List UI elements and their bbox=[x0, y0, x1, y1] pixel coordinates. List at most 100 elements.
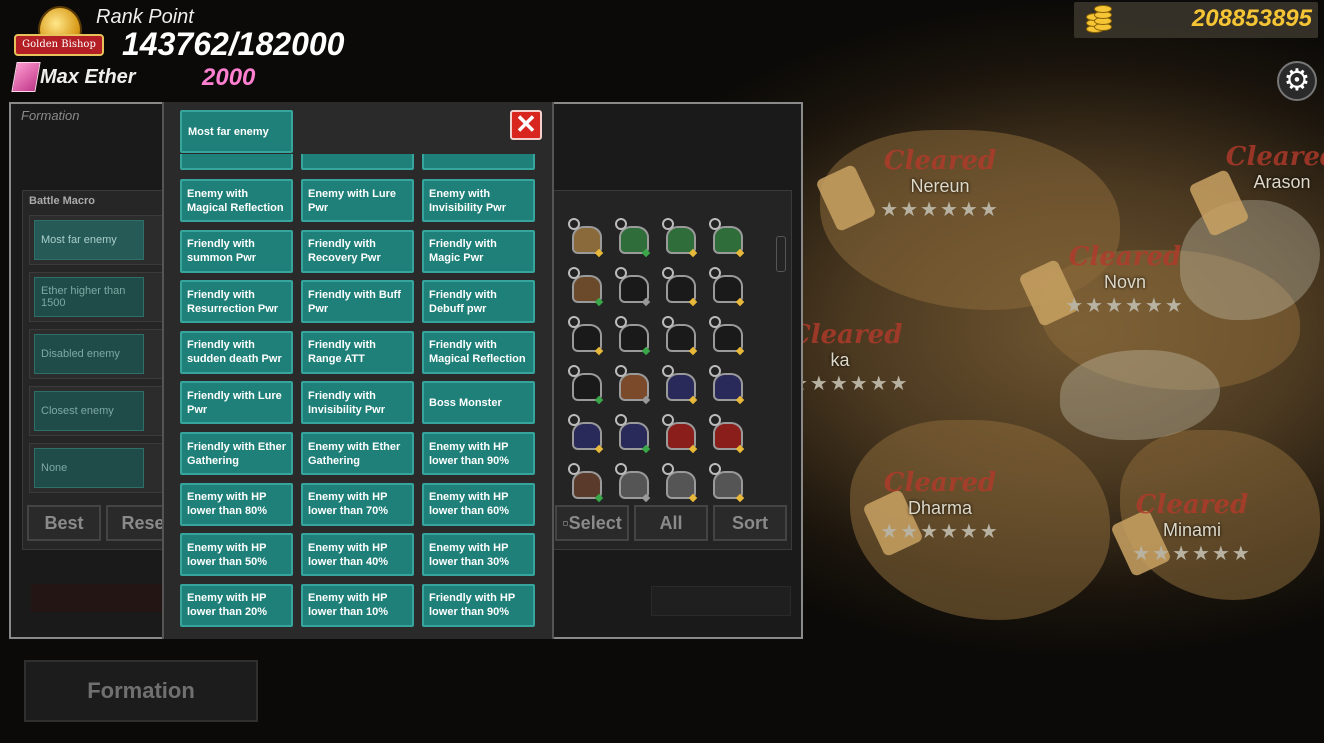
inventory-item-slot[interactable] bbox=[566, 414, 608, 456]
target-option-button[interactable] bbox=[422, 154, 535, 170]
lock-icon bbox=[615, 414, 627, 426]
target-option-button[interactable]: Friendly with Recovery Pwr bbox=[301, 229, 414, 273]
target-option-button[interactable]: Enemy with Lure Pwr bbox=[301, 179, 414, 222]
target-option-button[interactable]: Enemy with HP lower than 60% bbox=[422, 482, 535, 526]
max-ether-value: 2000 bbox=[202, 64, 256, 91]
target-option-button[interactable]: Friendly with Lure Pwr bbox=[180, 381, 293, 425]
gem-grade-icon bbox=[594, 248, 604, 258]
target-select-popup: Most far enemy ✕ Enemy with Magical Refl… bbox=[162, 102, 554, 639]
inventory-item-slot[interactable] bbox=[660, 365, 702, 407]
gem-grade-icon bbox=[688, 297, 698, 307]
inventory-item-slot[interactable] bbox=[566, 365, 608, 407]
inventory-item-slot[interactable] bbox=[707, 267, 749, 309]
inventory-item-slot[interactable] bbox=[707, 218, 749, 260]
map-region-novn[interactable]: Cleared Novn ★★★★★★ bbox=[1045, 242, 1205, 318]
target-option-button[interactable]: Enemy with HP lower than 50% bbox=[180, 533, 293, 577]
gem-grade-icon bbox=[641, 395, 651, 405]
gear-icon[interactable]: ⚙ bbox=[1277, 61, 1317, 101]
cleared-label: Cleared bbox=[1225, 142, 1324, 172]
target-option-button[interactable]: Boss Monster bbox=[422, 381, 535, 425]
map-region-nereun[interactable]: Cleared Nereun ★★★★★★ bbox=[860, 146, 1020, 222]
target-option-button[interactable]: Friendly with summon Pwr bbox=[180, 229, 293, 273]
formation-button[interactable]: Formation bbox=[24, 660, 258, 722]
lock-icon bbox=[568, 365, 580, 377]
close-icon[interactable]: ✕ bbox=[510, 110, 542, 140]
inventory-item-slot[interactable] bbox=[613, 218, 655, 260]
select-button[interactable]: ▫Select bbox=[555, 505, 629, 541]
target-option-button[interactable]: Friendly with Ether Gathering bbox=[180, 432, 293, 475]
inventory-scrollbar[interactable] bbox=[776, 236, 786, 272]
inventory-item-slot[interactable] bbox=[566, 218, 608, 260]
lock-icon bbox=[568, 267, 580, 279]
macro-button[interactable]: Disabled enemy bbox=[34, 334, 144, 374]
macro-button[interactable]: Most far enemy bbox=[34, 220, 144, 260]
region-stars: ★★★★★★ bbox=[880, 199, 1000, 221]
inventory-item-slot[interactable] bbox=[707, 414, 749, 456]
target-option-button[interactable]: Enemy with HP lower than 20% bbox=[180, 583, 293, 627]
inventory-item-slot[interactable] bbox=[707, 316, 749, 358]
inventory-item-slot[interactable] bbox=[660, 414, 702, 456]
target-option-button[interactable]: Friendly with Range ATT bbox=[301, 330, 414, 374]
inventory-item-slot[interactable] bbox=[660, 316, 702, 358]
inventory-item-slot[interactable] bbox=[566, 267, 608, 309]
gem-grade-icon bbox=[594, 297, 604, 307]
inventory-item-slot[interactable] bbox=[613, 463, 655, 505]
target-option-button[interactable]: Enemy with HP lower than 90% bbox=[422, 432, 535, 475]
inventory-item-slot[interactable] bbox=[566, 316, 608, 358]
cleared-label: Cleared bbox=[883, 146, 997, 176]
inventory-item-slot[interactable] bbox=[707, 365, 749, 407]
target-option-button[interactable]: Enemy with Magical Reflection bbox=[180, 179, 293, 222]
inventory-item-slot[interactable] bbox=[660, 463, 702, 505]
map-region-minami[interactable]: Cleared Minami ★★★★★★ bbox=[1112, 490, 1272, 566]
gem-grade-icon bbox=[594, 395, 604, 405]
inventory-item-slot[interactable] bbox=[660, 267, 702, 309]
lock-icon bbox=[615, 267, 627, 279]
inventory-item-slot[interactable] bbox=[707, 463, 749, 505]
macro-button[interactable]: None bbox=[34, 448, 144, 488]
target-option-button[interactable]: Friendly with HP lower than 90% bbox=[422, 583, 535, 627]
selected-target-button[interactable]: Most far enemy bbox=[180, 110, 293, 153]
target-option-button[interactable]: Enemy with HP lower than 70% bbox=[301, 482, 414, 526]
target-option-button[interactable]: Friendly with Magic Pwr bbox=[422, 229, 535, 273]
gem-grade-icon bbox=[641, 444, 651, 454]
inventory-item-slot[interactable] bbox=[613, 365, 655, 407]
map-region-ka[interactable]: Cleared ka ★★★★★★ bbox=[790, 320, 910, 396]
lock-icon bbox=[709, 365, 721, 377]
inventory-item-slot[interactable] bbox=[613, 316, 655, 358]
target-option-button[interactable]: Friendly with Buff Pwr bbox=[301, 280, 414, 324]
target-option-button[interactable]: Friendly with sudden death Pwr bbox=[180, 330, 293, 374]
inventory-item-slot[interactable] bbox=[566, 463, 608, 505]
select-label: Select bbox=[568, 513, 622, 533]
target-option-button[interactable]: Enemy with HP lower than 40% bbox=[301, 533, 414, 577]
region-stars: ★★★★★★ bbox=[880, 521, 1000, 543]
target-option-button[interactable]: Friendly with Resurrection Pwr bbox=[180, 280, 293, 324]
best-button[interactable]: Best bbox=[27, 505, 101, 541]
all-button[interactable]: All bbox=[634, 505, 708, 541]
map-region-dharma[interactable]: Cleared Dharma ★★★★★★ bbox=[860, 468, 1020, 544]
region-stars: ★★★★★★ bbox=[790, 373, 910, 395]
target-option-button[interactable] bbox=[301, 154, 414, 170]
target-option-button[interactable]: Friendly with Debuff pwr bbox=[422, 280, 535, 324]
gem-grade-icon bbox=[594, 346, 604, 356]
target-option-button[interactable]: Friendly with Magical Reflection bbox=[422, 330, 535, 374]
inventory-item-slot[interactable] bbox=[613, 267, 655, 309]
panel-footer-bar bbox=[31, 584, 171, 612]
macro-button[interactable]: Ether higher than 1500 bbox=[34, 277, 144, 317]
macro-button[interactable]: Closest enemy bbox=[34, 391, 144, 431]
target-option-button[interactable]: Enemy with Invisibility Pwr bbox=[422, 179, 535, 222]
target-option-button[interactable]: Friendly with Invisibility Pwr bbox=[301, 381, 414, 425]
target-option-button[interactable] bbox=[180, 154, 293, 170]
lock-icon bbox=[568, 316, 580, 328]
target-option-button[interactable]: Enemy with HP lower than 10% bbox=[301, 583, 414, 627]
map-region-arason[interactable]: Cleared Arason bbox=[1222, 142, 1324, 193]
gem-grade-icon bbox=[735, 346, 745, 356]
target-option-button[interactable]: Enemy with Ether Gathering bbox=[301, 432, 414, 475]
sort-button[interactable]: Sort bbox=[713, 505, 787, 541]
inventory-item-slot[interactable] bbox=[660, 218, 702, 260]
rank-point-value: 143762/182000 bbox=[122, 26, 345, 62]
inventory-item-slot[interactable] bbox=[613, 414, 655, 456]
target-option-button[interactable]: Enemy with HP lower than 80% bbox=[180, 482, 293, 526]
target-option-button[interactable]: Enemy with HP lower than 30% bbox=[422, 533, 535, 577]
lock-icon bbox=[662, 316, 674, 328]
gold-coins-icon bbox=[1082, 5, 1112, 35]
